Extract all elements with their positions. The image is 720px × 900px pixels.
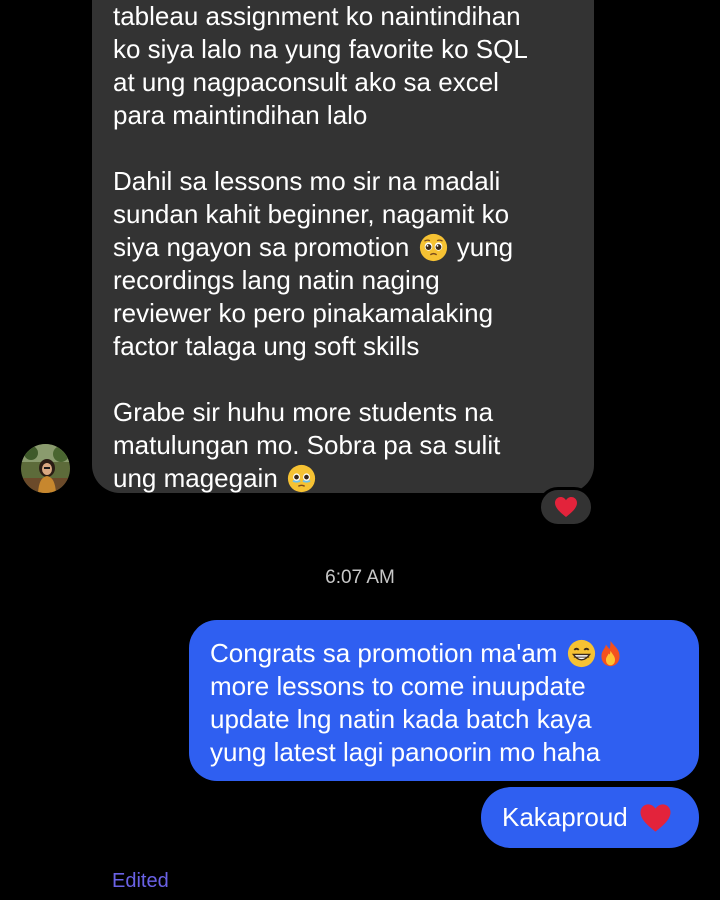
message-line: ko siya lalo na yung favorite ko SQL — [113, 34, 528, 64]
message-line: Dahil sa lessons mo sir na madali — [113, 166, 501, 196]
message-text: Kakaproud — [502, 802, 628, 832]
pleading-face-emoji — [419, 233, 447, 262]
message-line-with-emoji: siya ngayon sa promotion yung — [113, 231, 574, 264]
incoming-message-bubble[interactable]: tableau assignment ko naintindihan ko si… — [92, 0, 594, 493]
grinning-face-emoji — [567, 639, 595, 668]
avatar-photo-icon — [21, 444, 70, 493]
message-text: yung — [456, 232, 514, 262]
red-heart-icon — [555, 497, 577, 517]
message-line-with-emoji: ung magegain — [113, 462, 574, 495]
message-line: reviewer ko pero pinakamalaking — [113, 298, 494, 328]
red-heart-emoji — [640, 804, 671, 832]
message-line: update lng natin kada batch kaya — [210, 704, 592, 734]
outgoing-message-bubble[interactable]: Congrats sa promotion ma'am more lessons… — [189, 620, 699, 781]
message-line: tableau assignment ko naintindihan — [113, 1, 521, 31]
message-text: siya ngayon sa promotion — [113, 232, 410, 262]
message-text: ung magegain — [113, 463, 278, 493]
message-line: sundan kahit beginner, nagamit ko — [113, 199, 510, 229]
message-line: at ung nagpaconsult ako sa excel — [113, 67, 499, 97]
fire-emoji — [601, 640, 620, 667]
message-line: yung latest lagi panoorin mo haha — [210, 737, 601, 767]
outgoing-message-bubble[interactable]: Kakaproud — [481, 787, 699, 848]
reaction-badge[interactable] — [538, 487, 594, 527]
message-text: Congrats sa promotion ma'am — [210, 638, 558, 668]
message-line: Grabe sir huhu more students na — [113, 397, 494, 427]
message-line-with-emoji: Congrats sa promotion ma'am — [210, 637, 683, 670]
message-line: recordings lang natin naging — [113, 265, 440, 295]
sender-avatar[interactable] — [21, 444, 70, 493]
message-line: more lessons to come inuupdate — [210, 671, 586, 701]
message-line: factor talaga ung soft skills — [113, 331, 420, 361]
edited-label: Edited — [112, 870, 169, 892]
message-line: matulungan mo. Sobra pa sa sulit — [113, 430, 501, 460]
message-timestamp: 6:07 AM — [325, 567, 395, 588]
face-holding-back-tears-emoji — [287, 464, 316, 493]
message-line: para maintindihan lalo — [113, 100, 368, 130]
